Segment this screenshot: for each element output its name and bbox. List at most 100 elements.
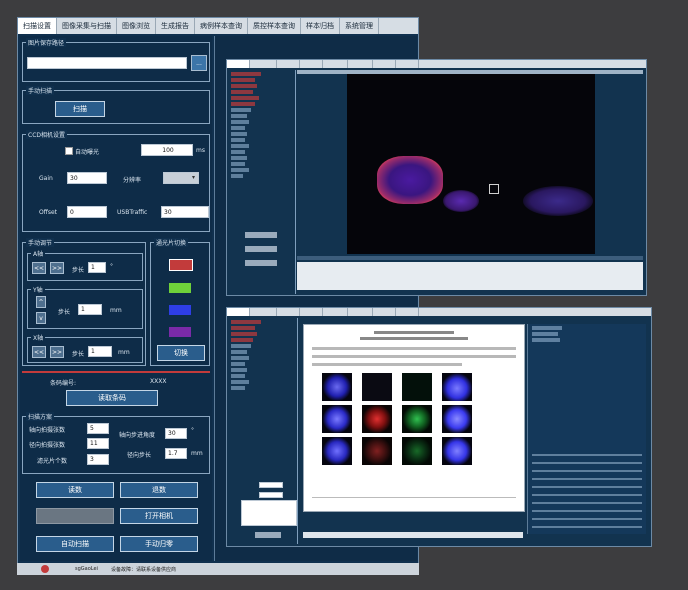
x-axis-left-button[interactable]: <<	[32, 346, 46, 358]
disabled-button[interactable]	[36, 508, 114, 524]
manual-return-button[interactable]: 手动归零	[120, 536, 198, 552]
usb-traffic-input[interactable]: 30	[161, 206, 209, 218]
report-tab[interactable]	[250, 308, 277, 316]
report-document	[303, 324, 525, 512]
tab-report[interactable]: 生成报告	[156, 18, 195, 34]
control-panel: 图片保存路径 ... 手动扫描 扫描 CCD相机设置 自动曝光 100 ms G…	[20, 36, 212, 561]
viewer-side-button[interactable]	[245, 260, 277, 266]
barcode-label: 条码编号:	[50, 380, 77, 387]
viewer-side-button[interactable]	[245, 246, 277, 252]
resolution-label: 分辨率	[123, 177, 142, 184]
report-tree[interactable]	[231, 318, 291, 458]
image-thumbnail[interactable]	[362, 437, 392, 465]
report-tab[interactable]	[323, 308, 348, 316]
viewer-tab[interactable]	[250, 60, 277, 68]
image-thumbnail[interactable]	[442, 437, 472, 465]
fluorescence-image[interactable]	[347, 74, 595, 254]
y-axis-up-button[interactable]: ^	[36, 296, 46, 308]
stop-button[interactable]: 退数	[120, 482, 198, 498]
pause-button[interactable]: 读数	[36, 482, 114, 498]
image-thumbnail[interactable]	[442, 405, 472, 433]
report-side-field[interactable]	[259, 492, 283, 498]
viewer-tab[interactable]	[277, 60, 300, 68]
auto-exposure-checkbox[interactable]	[65, 147, 73, 155]
report-tab[interactable]	[277, 308, 300, 316]
scan-button[interactable]: 扫描	[55, 101, 105, 117]
tab-image-browse[interactable]: 图像浏览	[117, 18, 156, 34]
browse-button[interactable]: ...	[191, 55, 207, 71]
a-axis-left-button[interactable]: <<	[32, 262, 46, 274]
x-axis-title: X轴	[31, 333, 46, 342]
image-thumbnail[interactable]	[402, 373, 432, 401]
tab-case-query[interactable]: 病例样本查询	[195, 18, 248, 34]
filter-blue-toggle[interactable]	[169, 305, 191, 315]
x-axis-right-button[interactable]: >>	[50, 346, 64, 358]
filter-red-toggle[interactable]	[169, 259, 193, 271]
viewer-tab[interactable]	[323, 60, 348, 68]
report-tab[interactable]	[373, 308, 396, 316]
read-barcode-button[interactable]: 读取条码	[66, 390, 158, 406]
image-thumbnail[interactable]	[402, 437, 432, 465]
offset-input[interactable]: 0	[67, 206, 107, 218]
radial-step-input[interactable]: 1.7	[165, 448, 187, 459]
usb-traffic-label: USBTraffic	[117, 209, 148, 216]
exposure-unit: ms	[196, 147, 205, 154]
axis-images-input[interactable]: 5	[87, 423, 109, 434]
viewer-tree[interactable]	[231, 70, 291, 292]
auto-scan-button[interactable]: 自动扫描	[36, 536, 114, 552]
image-thumbnail[interactable]	[322, 405, 352, 433]
tab-image-capture[interactable]: 图像采集与扫描	[57, 18, 117, 34]
thumbnail-strip[interactable]	[297, 262, 643, 290]
y-axis-down-button[interactable]: v	[36, 312, 46, 324]
radial-step-unit: mm	[191, 450, 203, 457]
report-bottom-bar	[303, 532, 523, 538]
selection-marker[interactable]	[489, 184, 499, 194]
exposure-input[interactable]: 100	[141, 144, 193, 156]
image-thumbnail[interactable]	[442, 373, 472, 401]
scan-plan-title: 扫描方案	[26, 412, 55, 421]
filter-green-toggle[interactable]	[169, 283, 191, 293]
a-axis-unit: °	[110, 263, 113, 270]
viewer-tab[interactable]	[300, 60, 323, 68]
ccd-settings-title: CCD相机设置	[26, 130, 67, 139]
image-path-input[interactable]	[27, 57, 187, 69]
image-path-group: 图片保存路径 ...	[22, 38, 210, 82]
a-axis-step-input[interactable]: 1	[88, 262, 106, 273]
axis-angle-input[interactable]: 30	[165, 428, 187, 439]
image-thumbnail[interactable]	[362, 405, 392, 433]
report-tab[interactable]	[300, 308, 323, 316]
filter-purple-toggle[interactable]	[169, 327, 191, 337]
tab-qc-query[interactable]: 质控样本查询	[248, 18, 301, 34]
report-side-textarea[interactable]	[241, 500, 297, 526]
report-side-button[interactable]	[255, 532, 281, 538]
radial-images-input[interactable]: 11	[87, 438, 109, 449]
tab-system[interactable]: 系统管理	[340, 18, 379, 34]
viewer-tab[interactable]	[227, 60, 250, 68]
viewer-side-button[interactable]	[245, 232, 277, 238]
image-thumbnail[interactable]	[322, 437, 352, 465]
switch-filter-button[interactable]: 切换	[157, 345, 205, 361]
report-side-field[interactable]	[259, 482, 283, 488]
report-tab[interactable]	[348, 308, 373, 316]
ccd-settings-group: CCD相机设置 自动曝光 100 ms Gain 30 分辨率 ▾ Offset…	[22, 130, 210, 232]
viewer-tab[interactable]	[373, 60, 396, 68]
image-thumbnail[interactable]	[362, 373, 392, 401]
gain-input[interactable]: 30	[67, 172, 107, 184]
filter-count-input[interactable]: 3	[87, 454, 109, 465]
viewer-tab[interactable]	[348, 60, 373, 68]
report-info-row	[312, 347, 516, 350]
axis-angle-unit: °	[191, 427, 194, 434]
x-axis-step-input[interactable]: 1	[88, 346, 112, 357]
tab-scan-settings[interactable]: 扫描设置	[18, 18, 57, 34]
image-thumbnail[interactable]	[322, 373, 352, 401]
image-thumbnail[interactable]	[402, 405, 432, 433]
report-header	[360, 337, 468, 340]
tab-archive[interactable]: 样本归档	[301, 18, 340, 34]
report-tab[interactable]	[396, 308, 419, 316]
y-axis-step-input[interactable]: 1	[78, 304, 102, 315]
a-axis-right-button[interactable]: >>	[50, 262, 64, 274]
viewer-tab[interactable]	[396, 60, 419, 68]
open-camera-button[interactable]: 打开相机	[120, 508, 198, 524]
report-tab[interactable]	[227, 308, 250, 316]
a-axis-group: A轴 << >> 步长 1 °	[27, 249, 143, 281]
